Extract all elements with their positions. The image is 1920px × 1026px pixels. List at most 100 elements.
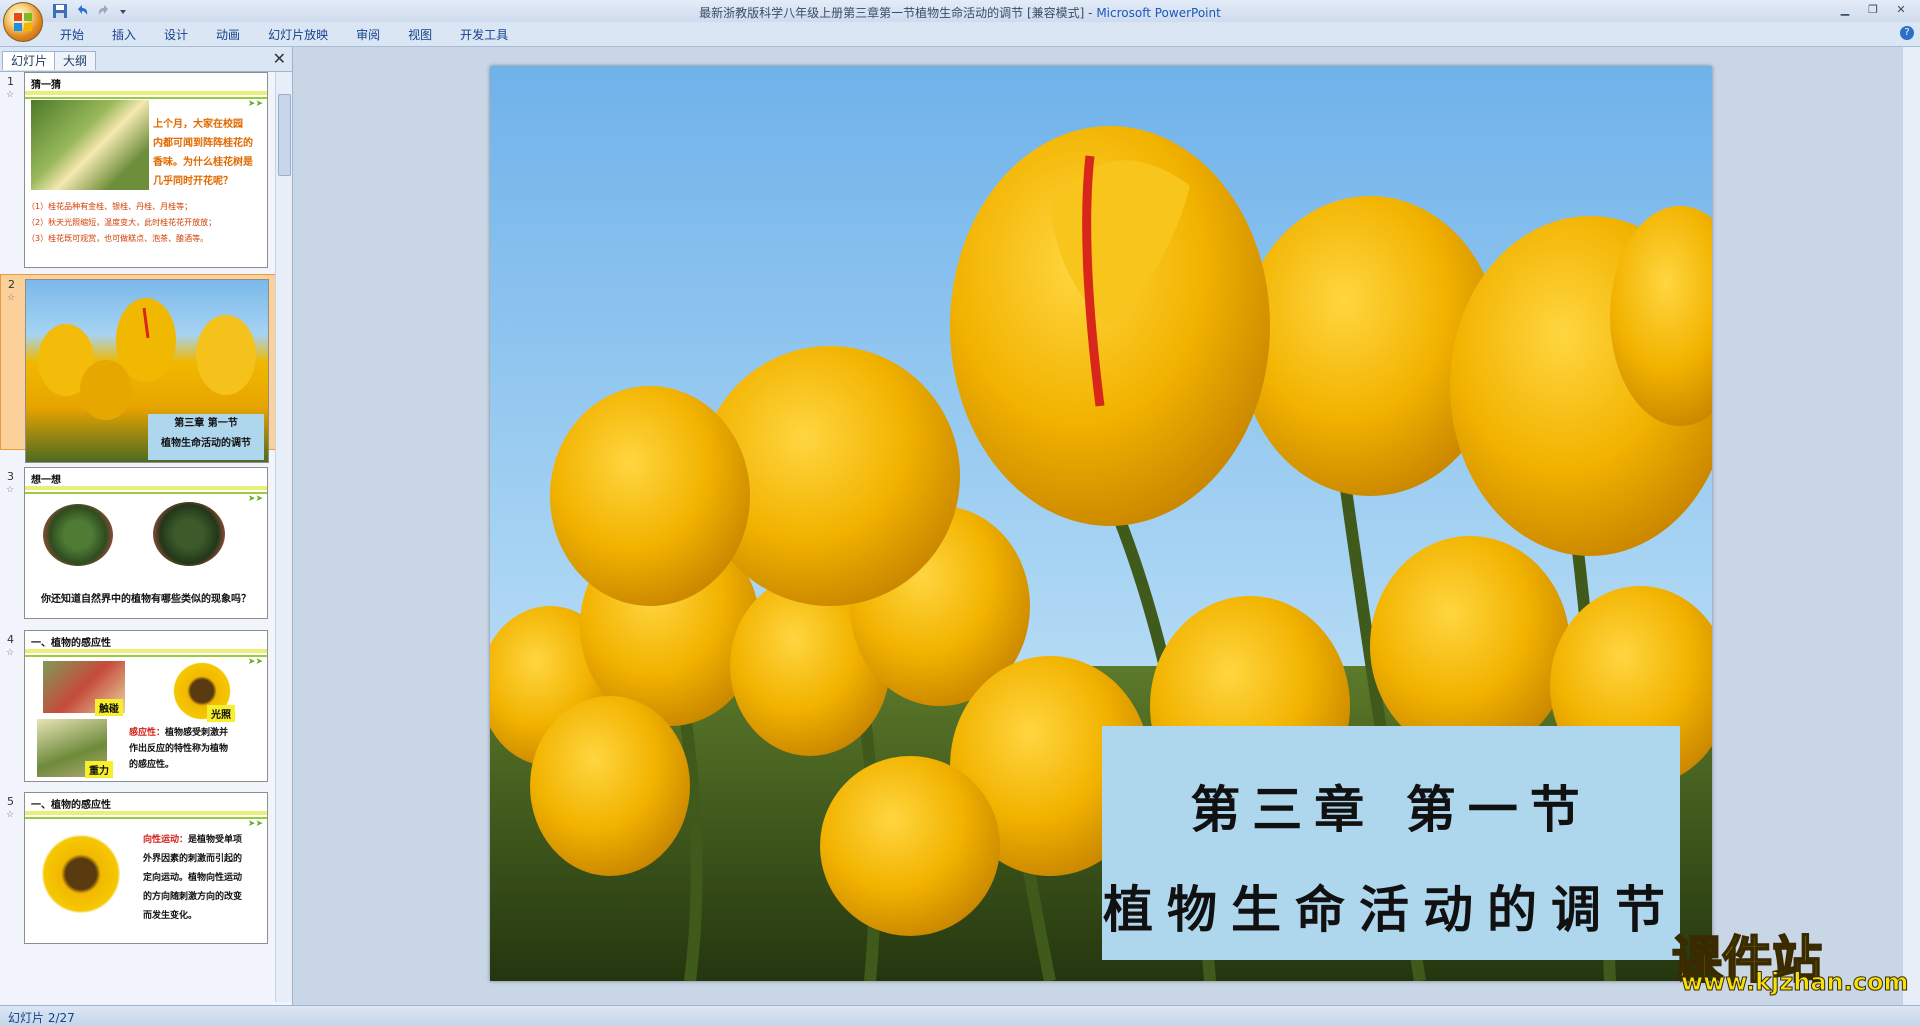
close-panel-icon[interactable]: ✕ — [273, 49, 286, 68]
panel-scrollbar[interactable] — [275, 72, 292, 1002]
thumb-note: （3）桂花既可观赏，也可做糕点、泡茶、酿酒等。 — [27, 234, 209, 243]
thumb-text: 外界因素的刺激而引起的 — [143, 854, 243, 864]
status-bar: 幻灯片 2/27 — [0, 1005, 1920, 1026]
divider — [25, 486, 267, 490]
thumbnail-5[interactable]: 5 ☆ 一、植物的感应性 ➤➤ 向性运动：是植物受单项 外界因素的刺激而引起的 … — [0, 792, 275, 1002]
thumb-text: 而发生变化。 — [143, 911, 198, 921]
term-label: 向性运动： — [143, 835, 189, 845]
arrows-icon: ➤➤ — [247, 494, 263, 504]
label-gravity: 重力 — [85, 761, 113, 778]
panel-tabs: 幻灯片 大纲 ✕ — [0, 47, 292, 72]
sunflower-image — [39, 829, 123, 919]
slide-number: 5 — [7, 795, 14, 808]
divider — [25, 811, 267, 815]
slide-thumbnail: 一、植物的感应性 ➤➤ 向性运动：是植物受单项 外界因素的刺激而引起的 定向运动… — [24, 792, 268, 944]
slide-number: 3 — [7, 470, 14, 483]
thumb-text: 是植物受单项 — [188, 835, 243, 845]
tab-outline[interactable]: 大纲 — [54, 51, 97, 70]
thumbnail-list: 1 ☆ 猜一猜 ➤➤ 上个月，大家在校园 内都可闻到阵阵桂花的 香味。为什么桂花… — [0, 72, 275, 1002]
thumb-title: 猜一猜 — [31, 80, 61, 91]
thumb-text: 定向运动。植物向性运动 — [143, 873, 243, 883]
divider — [25, 492, 267, 494]
thumb-title: 一、植物的感应性 — [31, 638, 111, 649]
slide-number: 4 — [7, 633, 14, 646]
plant-pot-image — [43, 504, 113, 566]
thumb-text: 内都可闻到阵阵桂花的 — [153, 138, 253, 149]
thumb-note: （2）秋天光照缩短，温度变大，此时桂花花开放放； — [27, 218, 217, 227]
transition-icon: ☆ — [6, 485, 15, 495]
help-icon[interactable]: ? — [1900, 26, 1914, 40]
label-touch: 触碰 — [95, 699, 123, 716]
thumbnail-2[interactable]: 2 ☆ 第三章 第一节 植物生命活动的调节 — [0, 274, 275, 463]
window-controls: ▁ ❐ ✕ — [1832, 2, 1914, 18]
arrows-icon: ➤➤ — [247, 657, 263, 667]
tab-slides[interactable]: 幻灯片 — [2, 51, 57, 70]
tab-design[interactable]: 设计 — [164, 26, 188, 43]
title-caption-box[interactable]: 第三章 第一节 植物生命活动的调节 — [1102, 726, 1680, 960]
slide-number: 2 — [8, 278, 15, 291]
slide-thumbnail: 第三章 第一节 植物生命活动的调节 — [25, 279, 269, 463]
thumbnail-1[interactable]: 1 ☆ 猜一猜 ➤➤ 上个月，大家在校园 内都可闻到阵阵桂花的 香味。为什么桂花… — [0, 72, 275, 272]
tab-home[interactable]: 开始 — [60, 26, 84, 43]
tab-animation[interactable]: 动画 — [216, 26, 240, 43]
thumb-text: 上个月，大家在校园 — [153, 119, 243, 130]
slide-number: 1 — [7, 75, 14, 88]
arrows-icon: ➤➤ — [247, 99, 263, 109]
transition-icon: ☆ — [6, 810, 15, 820]
minimize-icon[interactable]: ▁ — [1832, 2, 1858, 18]
tab-slideshow[interactable]: 幻灯片放映 — [268, 26, 328, 43]
watermark-url: www.kjzhan.com — [1680, 968, 1909, 997]
label-light: 光照 — [207, 705, 235, 722]
slide-thumbnail: 一、植物的感应性 ➤➤ 触碰 光照 重力 感应性：植物感受刺激并 作出反应的特性… — [24, 630, 268, 782]
tab-developer[interactable]: 开发工具 — [460, 26, 508, 43]
ribbon-tabs: 开始 插入 设计 动画 幻灯片放映 审阅 视图 开发工具 — [60, 26, 508, 43]
ribbon: 开始 插入 设计 动画 幻灯片放映 审阅 视图 开发工具 ? — [0, 22, 1920, 47]
editor-scrollbar[interactable] — [1902, 47, 1920, 1005]
slide-thumbnail: 想一想 ➤➤ 你还知道自然界中的植物有哪些类似的现象吗？ — [24, 467, 268, 619]
current-slide[interactable]: 第三章 第一节 植物生命活动的调节 — [490, 66, 1712, 981]
close-icon[interactable]: ✕ — [1888, 2, 1914, 18]
slide-title-line1: 第三章 第一节 — [1190, 780, 1592, 839]
divider — [25, 655, 267, 657]
thumb-text: 的方向随刺激方向的改变 — [143, 892, 243, 902]
restore-icon[interactable]: ❐ — [1860, 2, 1886, 18]
thumb-text: 你还知道自然界中的植物有哪些类似的现象吗？ — [41, 594, 251, 605]
tab-view[interactable]: 视图 — [408, 26, 432, 43]
slide-counter: 幻灯片 2/27 — [8, 1011, 75, 1025]
divider — [25, 649, 267, 653]
office-button[interactable] — [3, 2, 43, 42]
thumb-text: 的感应性。 — [129, 760, 175, 770]
thumb-caption: 第三章 第一节 植物生命活动的调节 — [148, 414, 264, 460]
thumb-text: 作出反应的特性称为植物 — [129, 744, 229, 754]
slides-panel: 幻灯片 大纲 ✕ 1 ☆ 猜一猜 ➤➤ 上个月，大家在校园 内都可闻到阵阵桂花的… — [0, 47, 293, 1005]
thumbnail-4[interactable]: 4 ☆ 一、植物的感应性 ➤➤ 触碰 光照 重力 感应性：植物感受刺激并 作出反… — [0, 630, 275, 790]
osmanthus-image — [31, 100, 149, 190]
divider — [25, 817, 267, 819]
transition-icon: ☆ — [6, 648, 15, 658]
divider — [25, 91, 267, 95]
thumb-note: （1）桂花品种有金桂、银桂、丹桂、月桂等； — [27, 202, 193, 211]
document-title: 最新浙教版科学八年级上册第三章第一节植物生命活动的调节 [兼容模式] — [699, 6, 1085, 20]
divider — [25, 97, 267, 99]
thumb-caption-line: 植物生命活动的调节 — [161, 438, 251, 449]
office-logo-icon — [14, 13, 32, 31]
window-title: 最新浙教版科学八年级上册第三章第一节植物生命活动的调节 [兼容模式] - Mic… — [0, 4, 1920, 21]
thumb-text: 几乎同时开花呢？ — [153, 176, 233, 187]
thumb-text: 植物感受刺激并 — [165, 728, 229, 738]
plant-pot-image — [153, 502, 225, 566]
tab-insert[interactable]: 插入 — [112, 26, 136, 43]
transition-icon: ☆ — [6, 90, 15, 100]
app-name: Microsoft PowerPoint — [1096, 6, 1221, 20]
term-label: 感应性： — [129, 728, 166, 738]
tab-review[interactable]: 审阅 — [356, 26, 380, 43]
thumb-text: 香味。为什么桂花树是 — [153, 157, 253, 168]
transition-icon: ☆ — [7, 293, 16, 303]
slide-thumbnail: 猜一猜 ➤➤ 上个月，大家在校园 内都可闻到阵阵桂花的 香味。为什么桂花树是 几… — [24, 72, 268, 268]
slide-title-line2: 植物生命活动的调节 — [1103, 880, 1679, 939]
thumb-title: 想一想 — [31, 475, 61, 486]
thumb-caption-line: 第三章 第一节 — [174, 418, 238, 429]
arrows-icon: ➤➤ — [247, 819, 263, 829]
title-separator: - — [1084, 6, 1097, 20]
scrollbar-thumb[interactable] — [278, 94, 291, 176]
thumbnail-3[interactable]: 3 ☆ 想一想 ➤➤ 你还知道自然界中的植物有哪些类似的现象吗？ — [0, 467, 275, 627]
